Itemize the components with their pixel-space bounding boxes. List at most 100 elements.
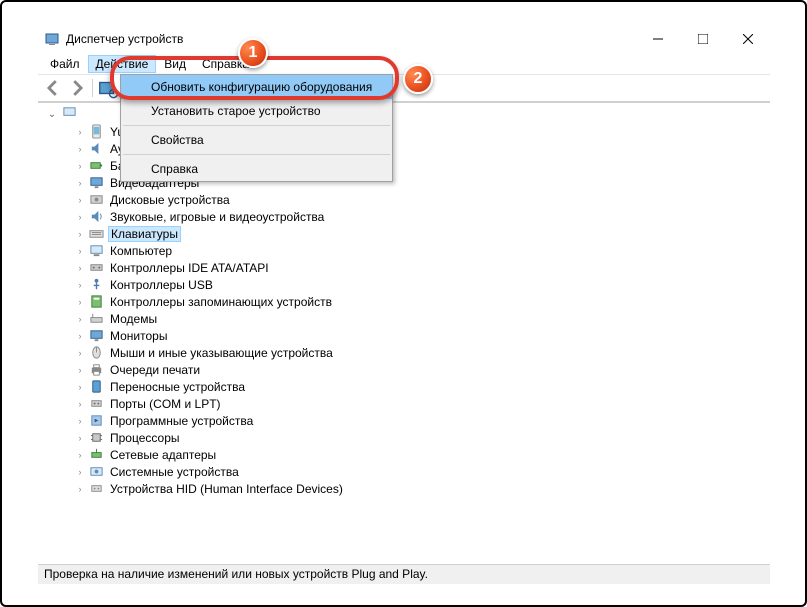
portable-icon bbox=[88, 379, 104, 395]
storage-icon bbox=[88, 294, 104, 310]
expand-icon[interactable]: › bbox=[74, 331, 86, 341]
tree-item-label: Контроллеры IDE ATA/ATAPI bbox=[108, 261, 271, 275]
tree-item-label: Дисковые устройства bbox=[108, 193, 232, 207]
tree-item[interactable]: › Мониторы bbox=[46, 327, 770, 344]
tree-item[interactable]: ›Процессоры bbox=[46, 429, 770, 446]
expand-icon[interactable]: › bbox=[74, 195, 86, 205]
expand-icon[interactable]: › bbox=[74, 280, 86, 290]
tree-item[interactable]: › Контроллеры запоминающих устройств bbox=[46, 293, 770, 310]
tree-item[interactable]: ›Переносные устройства bbox=[46, 378, 770, 395]
network-icon bbox=[88, 447, 104, 463]
modem-icon bbox=[88, 311, 104, 327]
tree-item-label: Порты (COM и LPT) bbox=[108, 397, 223, 411]
tree-item-label: Модемы bbox=[108, 312, 159, 326]
tree-item-label: Клавиатуры bbox=[108, 226, 181, 242]
expand-icon[interactable]: › bbox=[74, 212, 86, 222]
tree-item[interactable]: › Модемы bbox=[46, 310, 770, 327]
expand-icon[interactable]: › bbox=[74, 314, 86, 324]
dropdown-separator bbox=[123, 125, 390, 126]
tree-item-label: Мониторы bbox=[108, 329, 169, 343]
annotation-badge-1: 1 bbox=[238, 38, 268, 68]
menu-view[interactable]: Вид bbox=[156, 55, 194, 73]
tree-item[interactable]: › Устройства HID (Human Interface Devices… bbox=[46, 480, 770, 497]
expand-icon[interactable]: › bbox=[74, 229, 86, 239]
dropdown-add-legacy[interactable]: Установить старое устройство bbox=[121, 99, 392, 123]
tree-item-label: Устройства HID (Human Interface Devices) bbox=[108, 482, 345, 496]
tree-item[interactable]: › Очереди печати bbox=[46, 361, 770, 378]
tree-item-label: Системные устройства bbox=[108, 465, 241, 479]
toolbar-separator bbox=[92, 79, 93, 97]
dropdown-properties[interactable]: Свойства bbox=[121, 128, 392, 152]
tree-item[interactable]: › Звуковые, игровые и видеоустройства bbox=[46, 208, 770, 225]
titlebar: Диспетчер устройств bbox=[38, 24, 770, 54]
expand-icon[interactable]: › bbox=[74, 348, 86, 358]
dropdown-scan-hardware[interactable]: Обновить конфигурацию оборудования bbox=[121, 75, 392, 99]
tree-item[interactable]: › Порты (COM и LPT) bbox=[46, 395, 770, 412]
expand-icon[interactable]: › bbox=[74, 246, 86, 256]
tree-item-label: Очереди печати bbox=[108, 363, 202, 377]
software-icon bbox=[88, 413, 104, 429]
tree-item-label: Контроллеры USB bbox=[108, 278, 215, 292]
phone-icon bbox=[88, 124, 104, 140]
expand-icon[interactable]: › bbox=[74, 144, 86, 154]
mouse-icon bbox=[88, 345, 104, 361]
close-button[interactable] bbox=[725, 24, 770, 54]
back-button[interactable] bbox=[42, 77, 64, 99]
tree-item-label: Контроллеры запоминающих устройств bbox=[108, 295, 334, 309]
minimize-button[interactable] bbox=[635, 24, 680, 54]
computer-icon bbox=[88, 243, 104, 259]
statusbar: Проверка на наличие изменений или новых … bbox=[38, 564, 770, 584]
tree-item[interactable]: ›Сетевые адаптеры bbox=[46, 446, 770, 463]
window-title: Диспетчер устройств bbox=[66, 32, 635, 46]
window-buttons bbox=[635, 24, 770, 54]
display-icon bbox=[88, 175, 104, 191]
expand-icon[interactable]: › bbox=[74, 399, 86, 409]
disk-icon bbox=[88, 192, 104, 208]
tree-item[interactable]: › Контроллеры IDE ATA/ATAPI bbox=[46, 259, 770, 276]
status-text: Проверка на наличие изменений или новых … bbox=[44, 567, 428, 581]
collapse-icon[interactable]: ⌄ bbox=[46, 109, 58, 120]
dropdown-help[interactable]: Справка bbox=[121, 157, 392, 181]
expand-icon[interactable]: › bbox=[74, 467, 86, 477]
cpu-icon bbox=[88, 430, 104, 446]
scan-hardware-button[interactable] bbox=[97, 77, 119, 99]
menu-action[interactable]: Действие bbox=[88, 55, 157, 73]
expand-icon[interactable]: › bbox=[74, 178, 86, 188]
expand-icon[interactable]: › bbox=[74, 365, 86, 375]
expand-icon[interactable]: › bbox=[74, 127, 86, 137]
expand-icon[interactable]: › bbox=[74, 433, 86, 443]
app-icon bbox=[44, 31, 60, 47]
tree-item-label: Звуковые, игровые и видеоустройства bbox=[108, 210, 326, 224]
port-icon bbox=[88, 396, 104, 412]
printer-icon bbox=[88, 362, 104, 378]
maximize-button[interactable] bbox=[680, 24, 725, 54]
hid-icon bbox=[88, 481, 104, 497]
ide-icon bbox=[88, 260, 104, 276]
audio-icon bbox=[88, 141, 104, 157]
menu-file[interactable]: Файл bbox=[42, 55, 88, 73]
keyboard-icon bbox=[88, 226, 104, 242]
system-icon bbox=[88, 464, 104, 480]
expand-icon[interactable]: › bbox=[74, 297, 86, 307]
tree-item[interactable]: › Компьютер bbox=[46, 242, 770, 259]
expand-icon[interactable]: › bbox=[74, 263, 86, 273]
battery-icon bbox=[88, 158, 104, 174]
tree-item[interactable]: › Клавиатуры bbox=[46, 225, 770, 242]
tree-item-label: Компьютер bbox=[108, 244, 174, 258]
tree-item[interactable]: › Дисковые устройства bbox=[46, 191, 770, 208]
computer-root-icon bbox=[62, 105, 77, 123]
action-dropdown: Обновить конфигурацию оборудования Устан… bbox=[120, 74, 393, 182]
monitor-icon bbox=[88, 328, 104, 344]
tree-item[interactable]: › Контроллеры USB bbox=[46, 276, 770, 293]
expand-icon[interactable]: › bbox=[74, 416, 86, 426]
expand-icon[interactable]: › bbox=[74, 450, 86, 460]
tree-item[interactable]: ›Программные устройства bbox=[46, 412, 770, 429]
tree-item-label: Мыши и иные указывающие устройства bbox=[108, 346, 335, 360]
usb-icon bbox=[88, 277, 104, 293]
expand-icon[interactable]: › bbox=[74, 161, 86, 171]
forward-button[interactable] bbox=[66, 77, 88, 99]
tree-item[interactable]: › Мыши и иные указывающие устройства bbox=[46, 344, 770, 361]
tree-item[interactable]: › Системные устройства bbox=[46, 463, 770, 480]
expand-icon[interactable]: › bbox=[74, 382, 86, 392]
expand-icon[interactable]: › bbox=[74, 484, 86, 494]
